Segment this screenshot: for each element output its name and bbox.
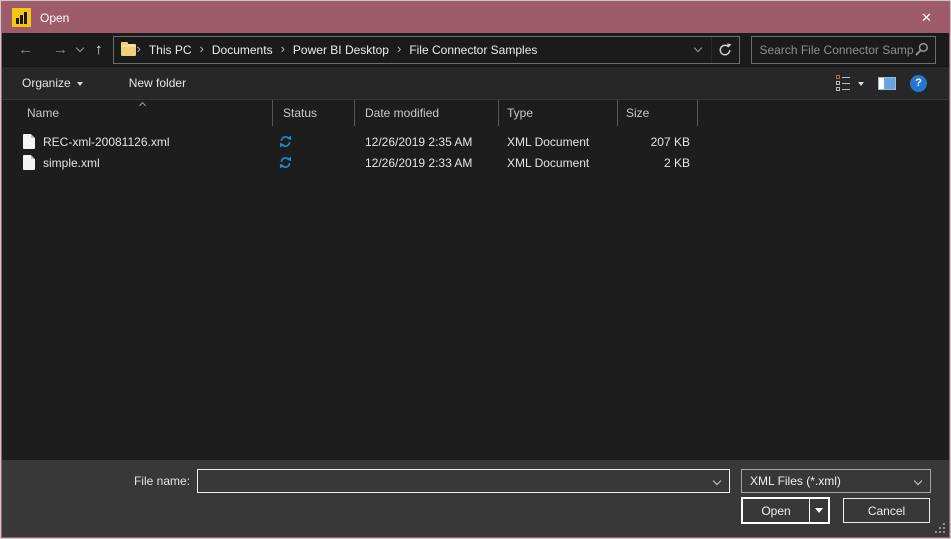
dialog-content: Open ✕ ← → ↑ › This PC › Documents › Pow…: [1, 1, 950, 538]
column-header-filler: [698, 100, 949, 126]
sort-ascending-icon: [138, 101, 147, 110]
file-name-label: File name:: [133, 474, 190, 488]
open-dialog-window: Open ✕ ← → ↑ › This PC › Documents › Pow…: [0, 0, 951, 539]
details-view-icon: [836, 75, 850, 91]
file-date-modified: 12/26/2019 2:33 AM: [365, 155, 473, 170]
file-type-chevron-icon: [913, 471, 923, 489]
file-size: 2 KB: [663, 155, 690, 170]
close-button[interactable]: ✕: [904, 2, 949, 33]
dialog-footer: File name: XML Files (*.xml) Open Cancel: [2, 460, 949, 537]
file-date-modified: 12/26/2019 2:35 AM: [365, 134, 473, 149]
document-icon: [23, 155, 35, 170]
file-rows: REC-xml-20081126.xml 12/26/2019 2:35 AM …: [2, 126, 949, 173]
breadcrumb-controls: [685, 36, 739, 63]
search-input[interactable]: [751, 42, 914, 57]
help-icon[interactable]: ?: [910, 74, 927, 92]
toolbar-right-controls: ?: [836, 74, 949, 92]
breadcrumb-item-this-pc[interactable]: This PC: [142, 37, 199, 63]
sync-status-icon: [279, 156, 292, 169]
refresh-icon[interactable]: [710, 36, 739, 63]
search-icon: [914, 42, 929, 57]
column-header-status[interactable]: Status: [273, 100, 355, 126]
file-type-value: XML Files (*.xml): [750, 474, 841, 488]
column-headers: Name Status Date modified Type Size: [2, 100, 949, 126]
folder-icon: [120, 41, 136, 56]
open-split-button: Open: [741, 497, 830, 524]
file-list-area: Name Status Date modified Type Size REC-…: [2, 100, 949, 460]
file-size: 207 KB: [650, 134, 690, 149]
new-folder-label: New folder: [128, 76, 187, 90]
change-view-button[interactable]: [836, 75, 864, 91]
breadcrumb: › This PC › Documents › Power BI Desktop…: [112, 35, 740, 64]
power-bi-icon: [12, 8, 31, 27]
organize-label: Organize: [22, 76, 71, 90]
file-name-dropdown-chevron-icon[interactable]: [712, 471, 722, 489]
file-row[interactable]: simple.xml 12/26/2019 2:33 AM XML Docume…: [2, 152, 949, 173]
open-dropdown-button[interactable]: [810, 499, 828, 522]
breadcrumb-item-power-bi-desktop[interactable]: Power BI Desktop: [286, 37, 396, 63]
dropdown-triangle-icon: [815, 508, 823, 513]
file-name-input[interactable]: [198, 474, 714, 488]
column-header-type[interactable]: Type: [499, 100, 618, 126]
cancel-button[interactable]: Cancel: [843, 498, 930, 523]
chevron-down-icon: [76, 82, 83, 86]
up-icon[interactable]: ↑: [95, 42, 103, 57]
file-row[interactable]: REC-xml-20081126.xml 12/26/2019 2:35 AM …: [2, 131, 949, 152]
breadcrumb-item-file-connector-samples[interactable]: File Connector Samples: [402, 37, 544, 63]
search-box: [750, 35, 936, 64]
close-icon: ✕: [921, 9, 932, 25]
window-title: Open: [40, 10, 70, 25]
column-header-date-modified[interactable]: Date modified: [355, 100, 499, 126]
file-type: XML Document: [507, 155, 590, 170]
file-type: XML Document: [507, 134, 590, 149]
back-icon[interactable]: ←: [18, 42, 33, 57]
organize-button[interactable]: Organize: [14, 67, 91, 99]
forward-icon[interactable]: →: [53, 42, 68, 57]
sync-status-icon: [279, 135, 292, 148]
breadcrumb-item-documents[interactable]: Documents: [205, 37, 280, 63]
title-bar: Open ✕: [2, 2, 949, 33]
file-name: REC-xml-20081126.xml: [43, 134, 170, 149]
file-name-combobox: [197, 469, 730, 493]
navigation-bar: ← → ↑ › This PC › Documents › Power BI D…: [2, 33, 949, 67]
address-dropdown-chevron-icon[interactable]: [685, 37, 711, 63]
chevron-down-icon: [858, 82, 864, 86]
open-button[interactable]: Open: [743, 499, 809, 522]
command-toolbar: Organize New folder ?: [2, 67, 949, 100]
preview-pane-icon[interactable]: [878, 76, 896, 90]
recent-locations-chevron-icon[interactable]: [75, 43, 85, 53]
file-type-select[interactable]: XML Files (*.xml): [741, 469, 931, 493]
document-icon: [23, 134, 35, 149]
column-header-name[interactable]: Name: [2, 100, 273, 126]
file-name: simple.xml: [43, 155, 100, 170]
new-folder-button[interactable]: New folder: [121, 67, 194, 99]
column-header-size[interactable]: Size: [618, 100, 698, 126]
resize-grip[interactable]: [943, 531, 945, 533]
